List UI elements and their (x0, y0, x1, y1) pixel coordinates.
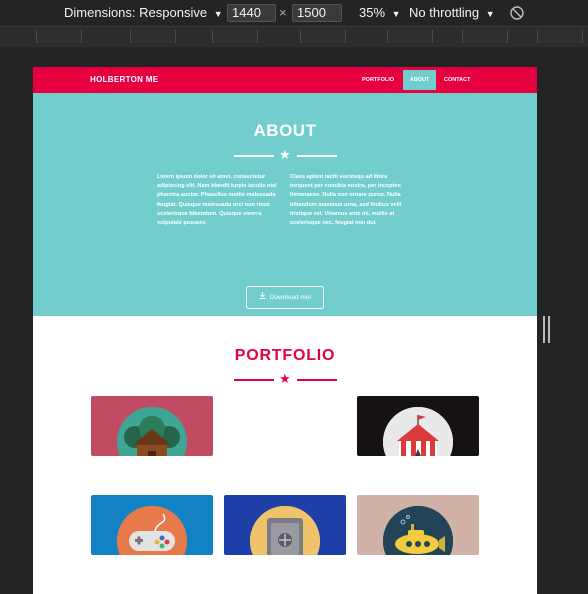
throttle-dropdown[interactable]: No throttling ▼ (409, 0, 495, 27)
star-icon: ★ (279, 147, 291, 162)
chevron-down-icon: ▼ (485, 9, 495, 19)
nav-link-contact[interactable]: CONTACT (438, 70, 476, 90)
portfolio-item[interactable] (91, 396, 213, 456)
divider-line (234, 379, 274, 381)
site-navbar: HOLBERTON ME PORTFOLIO ABOUT CONTACT (33, 67, 537, 93)
about-text-col1: Lorem ipsum dolor sit amet, consectetur … (157, 174, 277, 227)
height-input[interactable] (292, 4, 342, 22)
zoom-label: 35% (359, 5, 386, 20)
media-query-segment[interactable] (300, 30, 346, 43)
media-query-segment[interactable] (537, 30, 583, 43)
circus-tent-icon (383, 407, 453, 456)
download-button[interactable]: Download me! (246, 286, 324, 309)
rotate-icon[interactable] (509, 5, 525, 21)
portfolio-item[interactable] (224, 495, 346, 555)
portfolio-item[interactable] (357, 396, 479, 456)
emulated-page: HOLBERTON ME PORTFOLIO ABOUT CONTACT ABO… (33, 67, 537, 594)
zoom-dropdown[interactable]: 35% ▼ (359, 0, 401, 27)
about-section: ABOUT ★ Lorem ipsum dolor sit amet, cons… (33, 93, 537, 316)
media-query-segment[interactable] (130, 30, 176, 43)
dimensions-dropdown[interactable]: Dimensions: Responsive ▼ (64, 0, 223, 27)
divider-line (297, 379, 337, 381)
site-brand[interactable]: HOLBERTON ME (90, 67, 158, 93)
devtools-toolbar: Dimensions: Responsive ▼ × 35% ▼ No thro… (0, 0, 588, 26)
portfolio-item[interactable] (357, 495, 479, 555)
chevron-down-icon: ▼ (391, 9, 401, 19)
divider-line (234, 155, 274, 157)
safe-icon (250, 506, 320, 555)
width-input[interactable] (227, 4, 276, 22)
chevron-down-icon: ▼ (213, 9, 223, 19)
about-text-col2: Class aptent taciti sociosqu ad litora t… (290, 174, 402, 227)
media-query-segment[interactable] (212, 30, 258, 43)
star-icon: ★ (279, 371, 291, 386)
media-query-segment[interactable] (36, 30, 82, 43)
media-query-bar[interactable] (0, 26, 588, 48)
times-sign: × (279, 5, 287, 20)
download-icon (259, 287, 266, 308)
divider-line (297, 155, 337, 157)
throttle-label: No throttling (409, 5, 480, 20)
portfolio-item[interactable] (91, 495, 213, 555)
gamepad-icon (117, 506, 187, 555)
nav-link-about[interactable]: ABOUT (403, 70, 436, 90)
submarine-icon (383, 506, 453, 555)
nav-link-portfolio[interactable]: PORTFOLIO (356, 70, 400, 90)
about-title: ABOUT (253, 121, 317, 140)
download-label: Download me! (269, 294, 312, 302)
cabin-icon (117, 407, 187, 456)
media-query-segment[interactable] (387, 30, 433, 43)
dimensions-label: Dimensions: Responsive (64, 5, 208, 20)
resize-handle[interactable] (543, 316, 550, 343)
media-query-segment[interactable] (462, 30, 508, 43)
portfolio-title: PORTFOLIO (234, 347, 336, 364)
